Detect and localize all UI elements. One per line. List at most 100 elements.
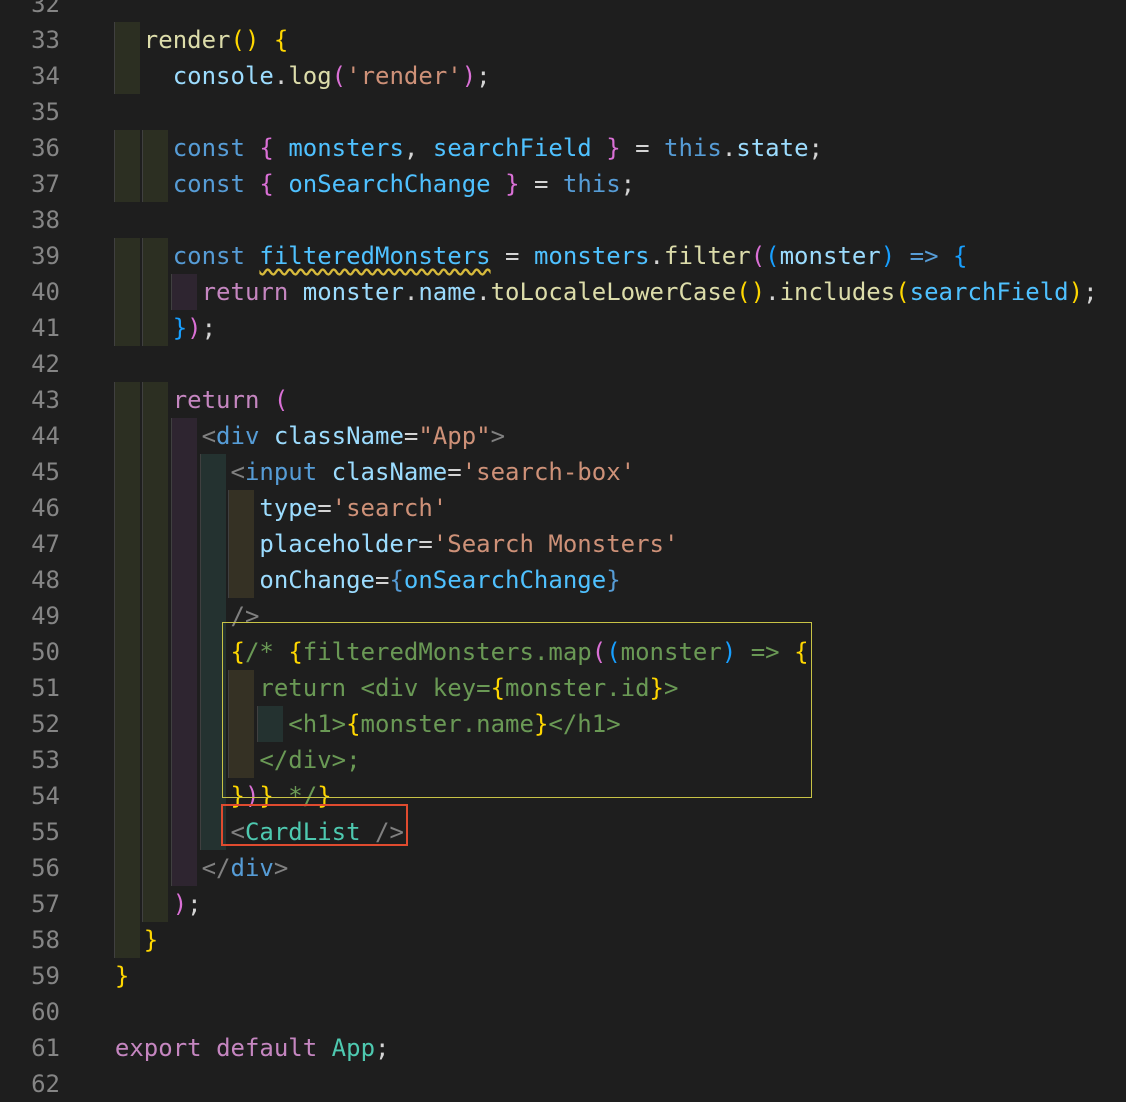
code-text[interactable]: }: [86, 922, 158, 958]
code-token: (: [331, 62, 347, 90]
code-token: onSearchChange: [288, 170, 491, 198]
code-text[interactable]: const filteredMonsters = monsters.filter…: [86, 238, 968, 274]
code-line[interactable]: 41 });: [0, 310, 1126, 346]
line-number: 46: [31, 494, 60, 522]
line-number: 60: [31, 998, 60, 1026]
code-text[interactable]: type='search': [86, 490, 447, 526]
line-number: 56: [31, 854, 60, 882]
code-token: monsters: [288, 134, 404, 162]
code-text[interactable]: const { monsters, searchField } = this.s…: [86, 130, 823, 166]
code-token: =: [403, 422, 419, 450]
code-line[interactable]: 42: [0, 346, 1126, 382]
code-text[interactable]: export default App;: [86, 1030, 390, 1066]
code-line[interactable]: 39 const filteredMonsters = monsters.fil…: [0, 238, 1126, 274]
line-number: 51: [31, 674, 60, 702]
code-text[interactable]: placeholder='Search Monsters': [86, 526, 678, 562]
code-text[interactable]: return monster.name.toLocaleLowerCase().…: [86, 274, 1098, 310]
line-number: 47: [31, 530, 60, 558]
code-token: .: [403, 278, 419, 306]
code-line[interactable]: 40 return monster.name.toLocaleLowerCase…: [0, 274, 1126, 310]
code-line[interactable]: 38: [0, 202, 1126, 238]
code-token: "App": [418, 422, 491, 450]
code-token: <: [201, 422, 217, 450]
line-number: 53: [31, 746, 60, 774]
code-token: ;: [808, 134, 823, 162]
code-token: =: [317, 494, 332, 522]
code-token: this: [562, 170, 621, 198]
code-text[interactable]: });: [86, 310, 216, 346]
code-token: .: [649, 242, 664, 270]
highlight-box-cardlist: [221, 804, 408, 846]
code-text[interactable]: );: [86, 886, 202, 922]
line-number: 37: [31, 170, 60, 198]
code-token: }: [505, 170, 520, 198]
code-text[interactable]: </div>: [86, 850, 289, 886]
line-number: 38: [31, 206, 60, 234]
line-number: 50: [31, 638, 60, 666]
code-line[interactable]: 62: [0, 1066, 1126, 1102]
code-token: monster: [302, 278, 404, 306]
code-text[interactable]: onChange={onSearchChange}: [86, 562, 620, 598]
code-token: (: [765, 242, 780, 270]
code-token: ;: [375, 1034, 390, 1062]
code-token: ): [187, 314, 202, 342]
code-token: onSearchChange: [403, 566, 607, 594]
code-token: return: [201, 278, 289, 306]
code-line[interactable]: 36 const { monsters, searchField } = thi…: [0, 130, 1126, 166]
code-token: (: [750, 242, 766, 270]
code-text[interactable]: const { onSearchChange } = this;: [86, 166, 635, 202]
code-line[interactable]: 56 </div>: [0, 850, 1126, 886]
code-text[interactable]: <div className="App">: [86, 418, 505, 454]
code-text[interactable]: }: [86, 958, 129, 994]
code-line[interactable]: 57 );: [0, 886, 1126, 922]
code-line[interactable]: 59 }: [0, 958, 1126, 994]
code-token: console: [172, 62, 274, 90]
code-text[interactable]: <input clasName='search-box': [86, 454, 636, 490]
code-line[interactable]: 33 render() {: [0, 22, 1126, 58]
code-line[interactable]: 48 onChange={onSearchChange}: [0, 562, 1126, 598]
code-line[interactable]: 34 console.log('render');: [0, 58, 1126, 94]
code-line[interactable]: 60: [0, 994, 1126, 1030]
line-number: 36: [31, 134, 60, 162]
code-token: export: [114, 1034, 202, 1062]
code-token: log: [288, 62, 332, 90]
code-line[interactable]: 44 <div className="App">: [0, 418, 1126, 454]
code-line[interactable]: 45 <input clasName='search-box': [0, 454, 1126, 490]
code-line[interactable]: 46 type='search': [0, 490, 1126, 526]
code-token: (): [230, 26, 260, 54]
code-line[interactable]: 43 return (: [0, 382, 1126, 418]
line-number: 48: [31, 566, 60, 594]
code-editor[interactable]: 32 33 render() {34 console.log('render');…: [0, 0, 1126, 1098]
line-number: 61: [31, 1034, 60, 1062]
code-token: toLocaleLowerCase: [490, 278, 737, 306]
code-token: onChange: [259, 566, 375, 594]
line-number: 34: [31, 62, 60, 90]
code-token: searchField: [909, 278, 1069, 306]
code-token: =: [374, 566, 390, 594]
code-text[interactable]: console.log('render');: [86, 58, 491, 94]
code-text[interactable]: return (: [86, 382, 289, 418]
code-line[interactable]: 61 export default App;: [0, 1030, 1126, 1066]
line-number: 44: [31, 422, 60, 450]
code-token: ): [461, 62, 477, 90]
code-line[interactable]: 58 }: [0, 922, 1126, 958]
code-token: filteredMonsters: [259, 242, 491, 270]
code-line[interactable]: 47 placeholder='Search Monsters': [0, 526, 1126, 562]
code-token: {: [389, 566, 404, 594]
code-line[interactable]: 55 <CardList />: [0, 814, 1126, 850]
code-text[interactable]: render() {: [86, 22, 289, 58]
code-line[interactable]: 37 const { onSearchChange } = this;: [0, 166, 1126, 202]
code-line[interactable]: 35: [0, 94, 1126, 130]
code-line[interactable]: 32: [0, 0, 1126, 22]
line-number: 45: [31, 458, 60, 486]
